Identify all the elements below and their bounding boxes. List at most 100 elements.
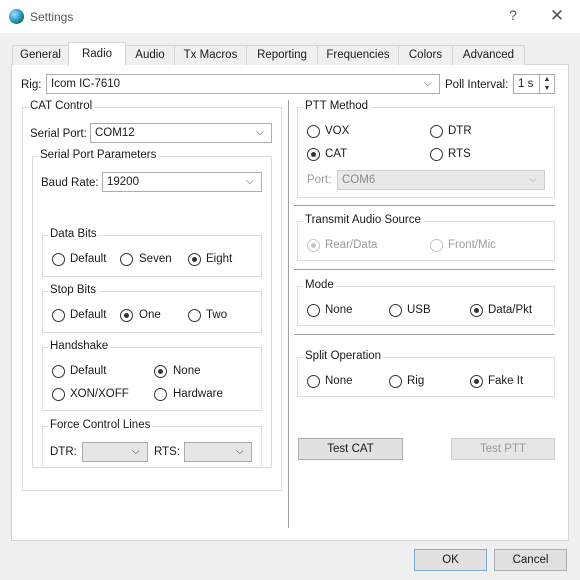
tab-radio[interactable]: Radio xyxy=(68,42,126,66)
stop-bits-one-radio[interactable] xyxy=(120,309,133,322)
serial-port-value: COM12 xyxy=(95,127,135,139)
ptt-port-value: COM6 xyxy=(342,174,376,186)
tab-tx-macros[interactable]: Tx Macros xyxy=(174,45,247,65)
app-globe-icon xyxy=(9,9,24,24)
rig-select-value: Icom IC-7610 xyxy=(51,78,121,90)
stop-bits-title: Stop Bits xyxy=(48,284,99,296)
mode-title: Mode xyxy=(303,279,336,291)
audio-front-mic-radio[interactable] xyxy=(430,239,443,252)
rig-label: Rig: xyxy=(21,79,42,91)
handshake-xon-xoff-radio[interactable] xyxy=(52,388,65,401)
serial-port-parameters-title: Serial Port Parameters xyxy=(38,149,159,161)
separator-audio xyxy=(294,269,555,270)
data-bits-seven-radio[interactable] xyxy=(120,253,133,266)
dtr-label: DTR: xyxy=(50,446,77,458)
serial-port-select[interactable]: COM12 ⌵ xyxy=(90,123,272,143)
test-cat-button[interactable]: Test CAT xyxy=(298,438,403,460)
chevron-down-icon: ⌵ xyxy=(132,446,140,457)
ptt-cat-radio[interactable] xyxy=(307,148,320,161)
handshake-none-label: None xyxy=(173,365,201,377)
data-bits-default-label: Default xyxy=(70,253,107,265)
handshake-title: Handshake xyxy=(48,340,111,352)
poll-interval-value: 1 s xyxy=(518,78,534,90)
chevron-down-icon: ⌵ xyxy=(246,176,254,187)
stop-bits-default-radio[interactable] xyxy=(52,309,65,322)
stop-bits-two-label: Two xyxy=(206,309,228,321)
ptt-method-title: PTT Method xyxy=(303,100,371,112)
split-fake-it-label: Fake It xyxy=(488,375,524,387)
mode-usb-radio[interactable] xyxy=(389,304,402,317)
baud-rate-label: Baud Rate: xyxy=(41,177,99,189)
ptt-dtr-radio[interactable] xyxy=(430,125,443,138)
data-bits-default-radio[interactable] xyxy=(52,253,65,266)
baud-rate-select[interactable]: 19200 ⌵ xyxy=(102,172,262,192)
ptt-port-select[interactable]: COM6 ⌵ xyxy=(337,170,545,190)
split-rig-label: Rig xyxy=(407,375,425,387)
title-bar xyxy=(0,0,580,33)
force-control-lines-title: Force Control Lines xyxy=(48,419,153,431)
window-title: Settings xyxy=(30,10,74,24)
ptt-port-label: Port: xyxy=(307,174,332,186)
separator-mode xyxy=(294,334,555,335)
audio-rear-data-label: Rear/Data xyxy=(325,239,378,251)
data-bits-eight-radio[interactable] xyxy=(188,253,201,266)
chevron-down-icon: ⌵ xyxy=(529,174,537,185)
split-none-radio[interactable] xyxy=(307,375,320,388)
chevron-down-icon: ⌵ xyxy=(424,78,432,89)
mode-usb-label: USB xyxy=(407,304,431,316)
data-bits-title: Data Bits xyxy=(48,228,99,240)
poll-interval-spinbox[interactable]: 1 s ▲ ▼ xyxy=(513,74,555,94)
baud-rate-value: 19200 xyxy=(107,176,139,188)
ptt-cat-label: CAT xyxy=(325,148,348,160)
mode-data-pkt-radio[interactable] xyxy=(470,304,483,317)
cat-control-title: CAT Control xyxy=(28,100,95,112)
tab-audio[interactable]: Audio xyxy=(125,45,175,65)
handshake-hardware-label: Hardware xyxy=(173,388,223,400)
handshake-default-radio[interactable] xyxy=(52,365,65,378)
serial-port-label: Serial Port: xyxy=(30,128,87,140)
tab-advanced[interactable]: Advanced xyxy=(452,45,525,65)
rts-select[interactable]: ⌵ xyxy=(184,442,252,462)
tab-colors[interactable]: Colors xyxy=(398,45,453,65)
audio-rear-data-radio[interactable] xyxy=(307,239,320,252)
spin-arrows-icon[interactable]: ▲ ▼ xyxy=(539,75,554,93)
handshake-default-label: Default xyxy=(70,365,107,377)
split-fake-it-radio[interactable] xyxy=(470,375,483,388)
split-none-label: None xyxy=(325,375,353,387)
stop-bits-default-label: Default xyxy=(70,309,107,321)
tab-general[interactable]: General xyxy=(12,45,69,65)
separator-ptt xyxy=(294,205,555,206)
stop-bits-two-radio[interactable] xyxy=(188,309,201,322)
ptt-vox-label: VOX xyxy=(325,125,350,137)
close-button[interactable]: ✕ xyxy=(549,6,565,26)
split-operation-title: Split Operation xyxy=(303,350,384,362)
test-ptt-button[interactable]: Test PTT xyxy=(451,438,555,460)
mode-data-pkt-label: Data/Pkt xyxy=(488,304,533,316)
rig-select[interactable]: Icom IC-7610 ⌵ xyxy=(46,74,440,94)
data-bits-seven-label: Seven xyxy=(139,253,172,265)
mode-none-radio[interactable] xyxy=(307,304,320,317)
handshake-group xyxy=(42,347,262,411)
ptt-dtr-label: DTR xyxy=(448,125,472,137)
dtr-select[interactable]: ⌵ xyxy=(82,442,148,462)
tab-frequencies[interactable]: Frequencies xyxy=(317,45,399,65)
split-rig-radio[interactable] xyxy=(389,375,402,388)
ptt-rts-label: RTS xyxy=(448,148,471,160)
mode-none-label: None xyxy=(325,304,353,316)
ptt-rts-radio[interactable] xyxy=(430,148,443,161)
poll-interval-label: Poll Interval: xyxy=(445,79,509,91)
handshake-none-radio[interactable] xyxy=(154,365,167,378)
ok-button[interactable]: OK xyxy=(414,549,487,571)
cancel-button[interactable]: Cancel xyxy=(494,549,567,571)
tab-reporting[interactable]: Reporting xyxy=(246,45,318,65)
rts-label: RTS: xyxy=(154,446,180,458)
audio-front-mic-label: Front/Mic xyxy=(448,239,496,251)
vertical-separator xyxy=(288,100,289,528)
handshake-hardware-radio[interactable] xyxy=(154,388,167,401)
help-button[interactable]: ? xyxy=(505,7,521,25)
chevron-down-icon: ⌵ xyxy=(256,127,264,138)
transmit-audio-source-title: Transmit Audio Source xyxy=(303,214,423,226)
data-bits-eight-label: Eight xyxy=(206,253,233,265)
ptt-vox-radio[interactable] xyxy=(307,125,320,138)
chevron-down-icon: ⌵ xyxy=(236,446,244,457)
